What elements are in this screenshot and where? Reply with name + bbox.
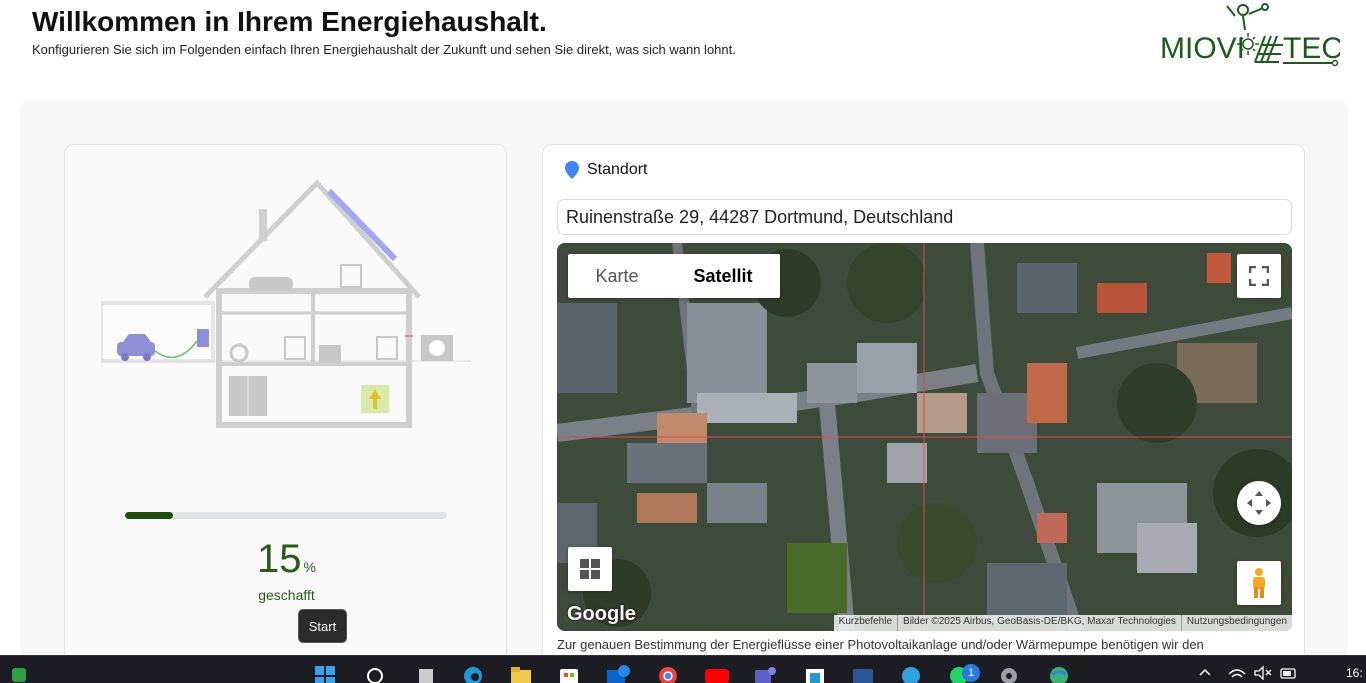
- progress-value: 15: [257, 537, 302, 581]
- house-illustration: [101, 179, 471, 428]
- progress-label: geschafft: [258, 587, 315, 603]
- location-label: Standort: [587, 161, 648, 178]
- address-input[interactable]: [557, 199, 1292, 235]
- location-card: Standort Ruinenstraße 29, 44287 Dortmund…: [542, 144, 1305, 664]
- map-type-switch: Karte Satellit: [568, 254, 780, 298]
- imagery-credit: Bilder ©2025 Airbus, GeoBasis-DE/BKG, Ma…: [897, 615, 1181, 631]
- solar-panel-icon: [1254, 35, 1283, 63]
- grid-icon: [580, 559, 600, 579]
- word-icon[interactable]: [850, 664, 876, 683]
- progress-fill: [125, 512, 174, 519]
- solar-panel-icon: [326, 188, 398, 262]
- wallbox-icon: [197, 329, 209, 347]
- clock[interactable]: 16:: [1346, 666, 1363, 680]
- youtube-icon[interactable]: [704, 664, 730, 683]
- edge-browser-icon[interactable]: [460, 664, 486, 683]
- location-heading: Standort: [565, 161, 647, 179]
- teams-icon[interactable]: [752, 664, 778, 683]
- map-type-karte[interactable]: Karte: [568, 254, 666, 298]
- map-caption: Zur genauen Bestimmung der Energieflüsse…: [557, 637, 1204, 652]
- svg-text:TEC: TEC: [1283, 32, 1340, 65]
- terms-link[interactable]: Nutzungsbedingungen: [1180, 615, 1292, 631]
- keyboard-shortcuts-link[interactable]: Kurzbefehle: [834, 615, 897, 631]
- notification-badge: 1: [962, 664, 980, 682]
- svg-text:MIOVI: MIOVI: [1160, 32, 1245, 65]
- store-icon[interactable]: [556, 664, 582, 683]
- map-attribution: Kurzbefehle Bilder ©2025 Airbus, GeoBasi…: [833, 615, 1292, 631]
- pegman-icon: [1253, 568, 1265, 598]
- widgets-icon[interactable]: [6, 664, 32, 683]
- layers-button[interactable]: [568, 547, 612, 591]
- search-icon[interactable]: [362, 664, 388, 683]
- satellite-map[interactable]: Karte Satellit Google Kurzbefehle Bilder…: [557, 243, 1292, 631]
- fullscreen-button[interactable]: [1237, 254, 1281, 298]
- task-view-icon[interactable]: [412, 664, 438, 683]
- windows-start-icon[interactable]: [312, 664, 338, 683]
- page-title: Willkommen in Ihrem Energiehaushalt.: [32, 6, 547, 37]
- outlook-icon[interactable]: [606, 664, 632, 683]
- chevron-up-icon[interactable]: [1192, 664, 1218, 683]
- app-icon[interactable]: [802, 664, 828, 683]
- fullscreen-icon: [1249, 266, 1269, 286]
- page-header: Willkommen in Ihrem Energiehaushalt. Kon…: [0, 0, 1366, 100]
- taskbar: [0, 655, 1366, 683]
- move-arrows-icon: [1247, 491, 1271, 515]
- progress-percent: 15%: [65, 537, 508, 582]
- street-view-button[interactable]: [1237, 561, 1281, 605]
- map-type-satellit[interactable]: Satellit: [666, 254, 780, 298]
- wifi-icon[interactable]: [1224, 664, 1250, 683]
- miovitec-logo[interactable]: MIOVI TEC: [1155, 0, 1340, 72]
- page-subtitle: Konfigurieren Sie sich im Folgenden einf…: [32, 42, 736, 57]
- globe-icon[interactable]: [1046, 664, 1072, 683]
- map-imagery[interactable]: [557, 243, 1292, 631]
- camera-control-button[interactable]: [1237, 481, 1281, 525]
- settings-gear-icon[interactable]: [996, 664, 1022, 683]
- map-pin-icon: [565, 161, 579, 179]
- house-progress-card: 15% geschafft: [64, 144, 507, 664]
- file-explorer-icon[interactable]: [508, 664, 534, 683]
- start-tooltip: Start: [298, 609, 347, 643]
- battery-icon[interactable]: [1276, 664, 1302, 683]
- google-logo: Google: [567, 603, 636, 625]
- chrome-icon[interactable]: [655, 664, 681, 683]
- speaker-muted-icon[interactable]: [1250, 664, 1276, 683]
- telegram-icon[interactable]: [898, 664, 924, 683]
- progress-bar: [125, 512, 447, 519]
- progress-unit: %: [303, 559, 316, 575]
